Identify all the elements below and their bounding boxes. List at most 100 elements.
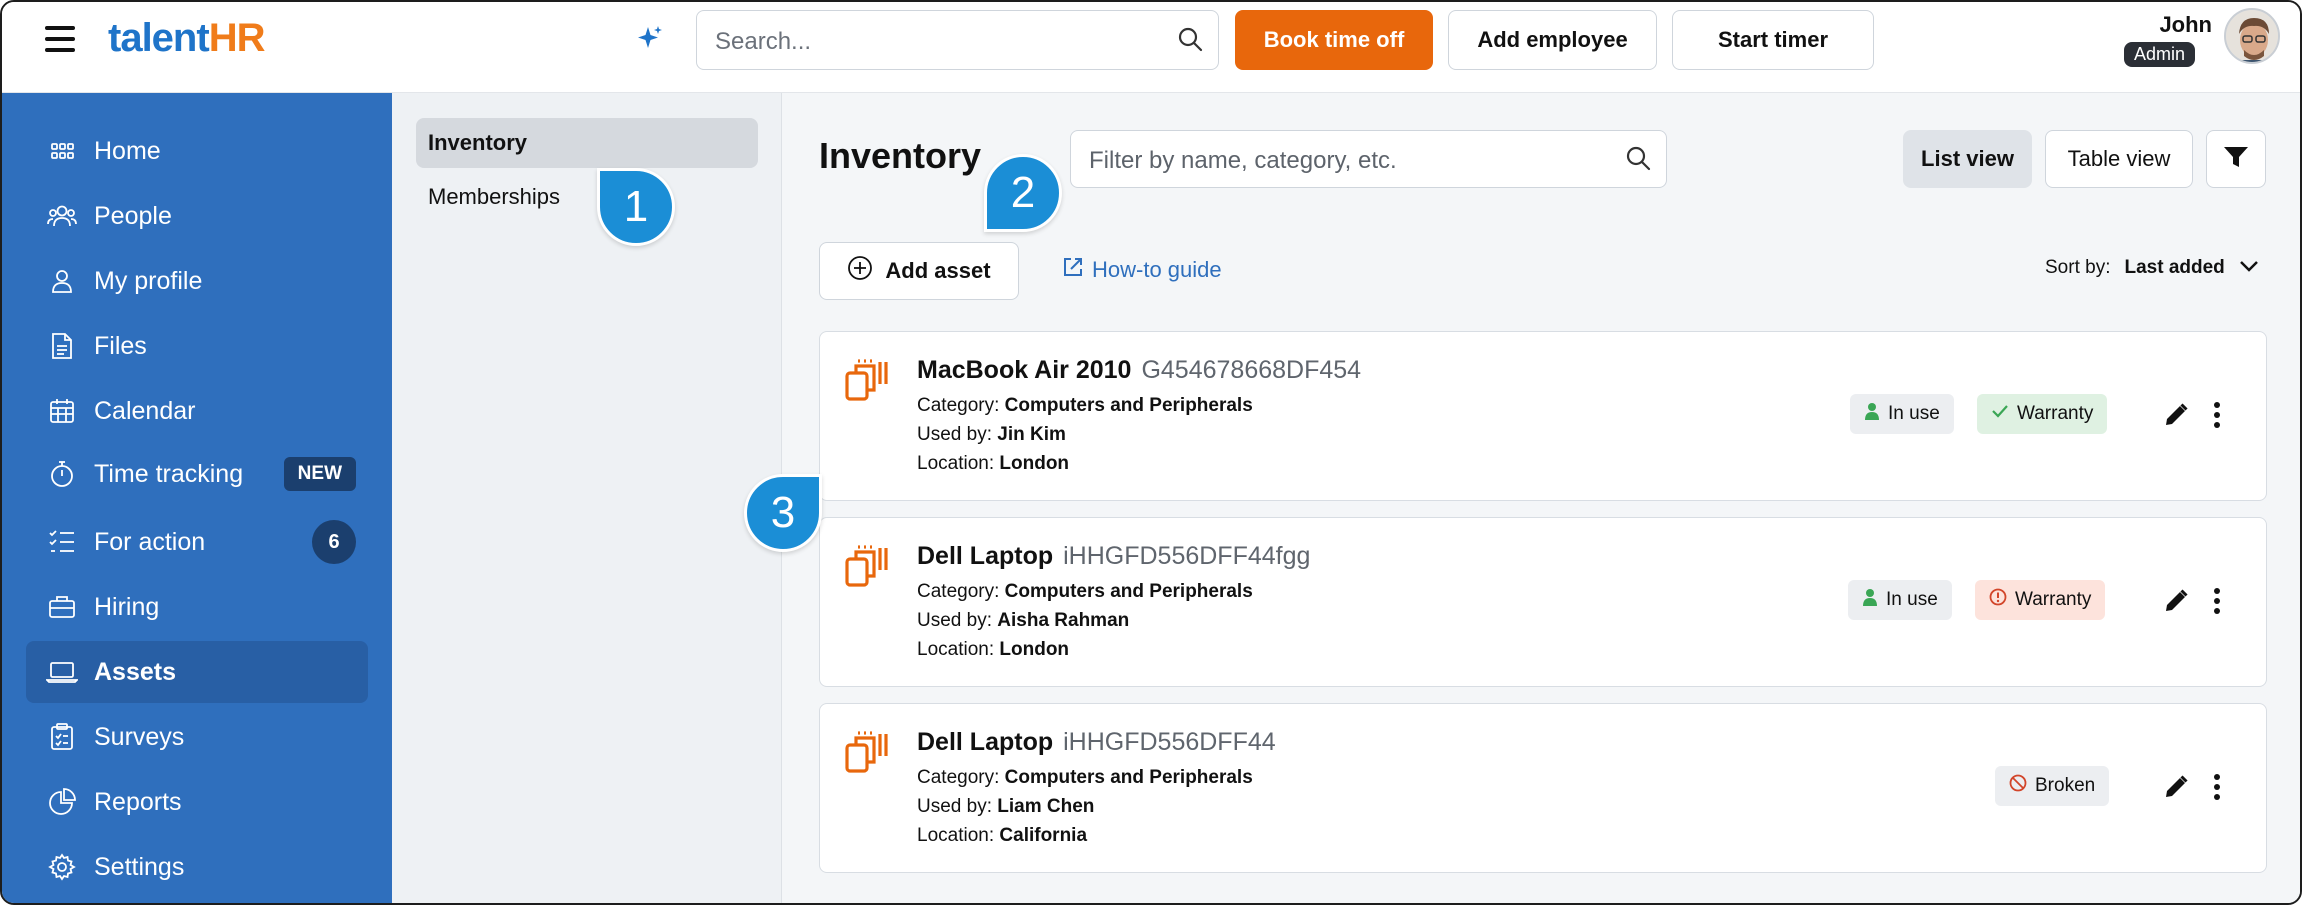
ai-sparkle-icon[interactable] <box>635 24 665 62</box>
more-options-icon[interactable] <box>2212 586 2222 621</box>
search-icon <box>1176 25 1204 58</box>
plus-circle-icon <box>847 255 873 287</box>
check-icon <box>1991 403 2009 425</box>
global-search-input[interactable]: Search... <box>696 10 1219 70</box>
sidebar-item-label: My profile <box>94 266 203 295</box>
edit-pencil-icon[interactable] <box>2163 588 2189 619</box>
asset-card[interactable]: Dell Laptop iHHGFD556DFF44fgg Category: C… <box>819 517 2267 687</box>
avatar[interactable] <box>2224 8 2280 64</box>
user-icon <box>40 268 84 294</box>
asset-location: Location: California <box>917 825 1088 846</box>
gear-icon <box>40 853 84 881</box>
sidebar-item-time-tracking[interactable]: Time tracking NEW <box>26 443 368 505</box>
subnav-item-inventory[interactable]: Inventory <box>416 118 758 168</box>
people-icon <box>40 203 84 229</box>
calendar-icon <box>40 398 84 424</box>
status-badge: In use <box>1850 394 1954 434</box>
sidebar-item-files[interactable]: Files <box>26 315 368 377</box>
start-timer-button[interactable]: Start timer <box>1672 10 1874 70</box>
status-badge: In use <box>1848 580 1952 620</box>
filter-funnel-icon <box>2223 145 2249 174</box>
pie-chart-icon <box>40 788 84 816</box>
briefcase-icon <box>40 594 84 620</box>
edit-pencil-icon[interactable] <box>2163 774 2189 805</box>
callout-1: 1 <box>597 168 675 246</box>
asset-serial: iHHGFD556DFF44fgg <box>1063 542 1311 570</box>
home-grid-icon <box>40 138 84 164</box>
person-icon <box>1864 402 1880 426</box>
asset-card[interactable]: Dell Laptop iHHGFD556DFF44 Category: Comp… <box>819 703 2267 873</box>
file-icon <box>40 332 84 360</box>
search-icon <box>1624 144 1652 177</box>
sort-label: Sort by: <box>2045 257 2111 278</box>
asset-category: Category: Computers and Peripherals <box>917 767 1253 788</box>
page-title: Inventory <box>819 135 982 176</box>
stopwatch-icon <box>40 460 84 488</box>
table-view-button[interactable]: Table view <box>2045 130 2193 188</box>
app-window: talentHR Search... Book time off Add emp… <box>0 0 2302 905</box>
how-to-guide-link[interactable]: How-to guide <box>1062 256 1222 284</box>
asset-used-by: Used by: Liam Chen <box>917 796 1095 817</box>
sidebar-item-label: Surveys <box>94 722 185 751</box>
logo[interactable]: talentHR <box>108 16 265 61</box>
more-options-icon[interactable] <box>2212 772 2222 807</box>
user-name: John <box>2159 12 2212 37</box>
sidebar-item-for-action[interactable]: For action 6 <box>26 511 368 573</box>
status-badge: Broken <box>1995 766 2110 806</box>
edit-pencil-icon[interactable] <box>2163 402 2189 433</box>
sidebar-item-settings[interactable]: Settings <box>26 836 368 898</box>
inventory-filter-input[interactable]: Filter by name, category, etc. <box>1070 130 1667 188</box>
asset-used-by: Used by: Jin Kim <box>917 424 1066 445</box>
sidebar-item-label: Time tracking <box>94 459 244 488</box>
add-employee-button[interactable]: Add employee <box>1448 10 1657 70</box>
sidebar-item-my-profile[interactable]: My profile <box>26 250 368 312</box>
asset-category: Category: Computers and Peripherals <box>917 581 1253 602</box>
add-asset-button[interactable]: Add asset <box>819 242 1019 300</box>
sidebar-item-reports[interactable]: Reports <box>26 771 368 833</box>
sidebar-item-label: Hiring <box>94 592 160 621</box>
clipboard-icon <box>40 723 84 751</box>
external-link-icon <box>1062 256 1084 284</box>
sidebar-item-surveys[interactable]: Surveys <box>26 706 368 768</box>
asset-name: Dell Laptop iHHGFD556DFF44 <box>917 728 1276 756</box>
subnav-item-memberships[interactable]: Memberships <box>416 172 758 222</box>
sidebar-item-label: Assets <box>94 657 176 686</box>
warranty-badge: Warranty <box>1977 394 2108 434</box>
sidebar-item-label: Files <box>94 331 147 360</box>
sidebar-item-hiring[interactable]: Hiring <box>26 576 368 638</box>
asset-category: Category: Computers and Peripherals <box>917 395 1253 416</box>
asset-serial: G454678668DF454 <box>1141 356 1362 384</box>
sidebar-item-label: Reports <box>94 787 182 816</box>
asset-location: Location: London <box>917 453 1070 474</box>
asset-name: Dell Laptop iHHGFD556DFF44fgg <box>917 542 1311 570</box>
sidebar-item-label: Home <box>94 136 161 165</box>
top-bar: talentHR Search... Book time off Add emp… <box>2 2 2300 93</box>
more-options-icon[interactable] <box>2212 400 2222 435</box>
asset-name: MacBook Air 2010 G454678668DF454 <box>917 356 1362 384</box>
asset-serial: iHHGFD556DFF44 <box>1063 728 1276 756</box>
laptop-icon <box>40 660 84 684</box>
how-to-guide-label: How-to guide <box>1092 257 1222 282</box>
person-icon <box>1862 588 1878 612</box>
sort-dropdown[interactable]: Sort by: Last added <box>2045 257 2259 279</box>
checklist-icon <box>40 529 84 555</box>
list-view-button[interactable]: List view <box>1903 130 2032 188</box>
sidebar-item-assets[interactable]: Assets <box>26 641 368 703</box>
book-time-off-button[interactable]: Book time off <box>1235 10 1433 70</box>
asset-location: Location: London <box>917 639 1070 660</box>
filter-button[interactable] <box>2206 130 2266 188</box>
sidebar-item-label: People <box>94 201 172 230</box>
asset-used-by: Used by: Aisha Rahman <box>917 610 1130 631</box>
sidebar-item-home[interactable]: Home <box>26 120 368 182</box>
hamburger-menu-icon[interactable] <box>45 26 75 52</box>
sidebar-item-calendar[interactable]: Calendar <box>26 380 368 442</box>
sidebar-item-label: For action <box>94 527 206 556</box>
sidebar-item-label: Settings <box>94 852 185 881</box>
callout-2: 2 <box>984 154 1062 232</box>
user-role-badge: Admin <box>2124 42 2196 67</box>
asset-card[interactable]: MacBook Air 2010 G454678668DF454 Category… <box>819 331 2267 501</box>
sort-value: Last added <box>2124 257 2225 278</box>
sidebar: Home People My profile Files Calendar Ti… <box>2 93 392 903</box>
count-badge: 6 <box>312 520 356 564</box>
sidebar-item-people[interactable]: People <box>26 185 368 247</box>
